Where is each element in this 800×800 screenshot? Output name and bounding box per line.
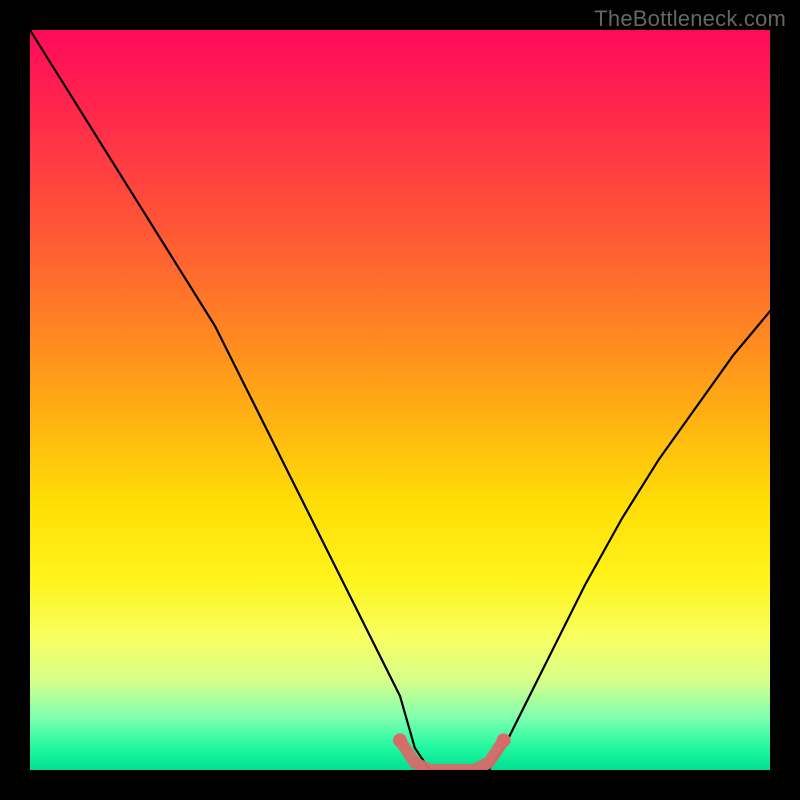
optimal-band-highlight [400, 740, 504, 770]
curve-overlay [30, 30, 770, 770]
bottleneck-curve [30, 30, 770, 770]
plot-area [30, 30, 770, 770]
optimal-band-dot-left [393, 733, 407, 747]
watermark-text: TheBottleneck.com [594, 6, 786, 32]
chart-frame: TheBottleneck.com [0, 0, 800, 800]
optimal-band-dot-right [497, 733, 511, 747]
